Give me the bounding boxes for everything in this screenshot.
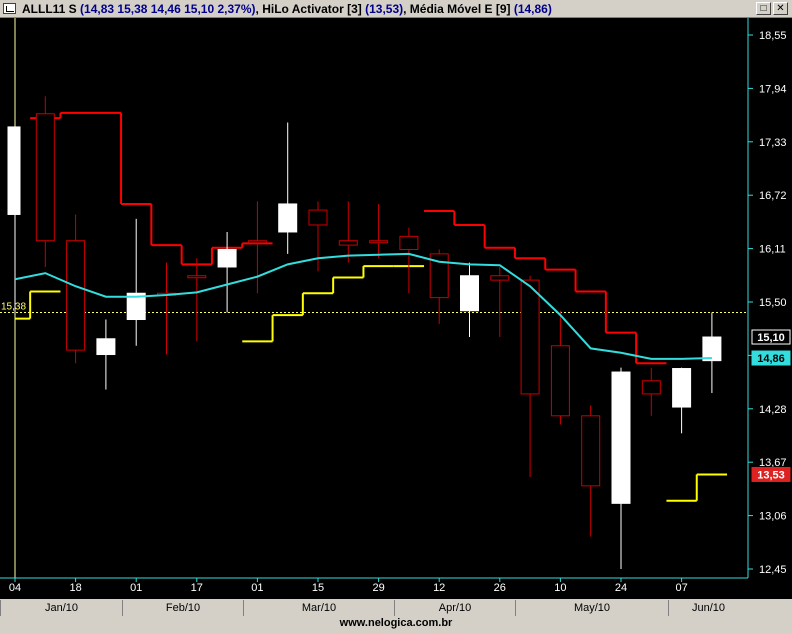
price-tick-label: 12,45	[759, 564, 787, 576]
time-tick-label: 29	[372, 582, 384, 594]
chart-background	[0, 18, 792, 599]
ema-price-label: 14,86	[757, 353, 785, 365]
quote-values: (14,83 15,38 14,46 15,10 2,37%)	[80, 2, 256, 16]
candle-down	[581, 415, 601, 487]
reference-price-label: 15,38	[1, 302, 26, 313]
price-tick-label: 17,94	[759, 83, 787, 95]
time-tick-label: 26	[494, 582, 506, 594]
watermark: www.nelogica.com.br	[339, 617, 453, 629]
candle-down	[490, 275, 510, 281]
time-tick-label: 12	[433, 582, 445, 594]
candle-up	[278, 203, 298, 233]
month-label: Mar/10	[243, 600, 394, 616]
month-label: May/10	[515, 600, 668, 616]
candle-up	[217, 248, 237, 268]
chart-icon[interactable]	[3, 3, 16, 14]
close-button[interactable]: ✕	[773, 2, 788, 15]
time-tick-label: 04	[9, 582, 21, 594]
price-tick-label: 18,55	[759, 30, 787, 42]
candle-down	[369, 240, 389, 244]
ema-indicator-value: (14,86)	[513, 2, 552, 16]
month-label: Feb/10	[122, 600, 243, 616]
hilo-indicator-label: HiLo Activator [3]	[262, 2, 362, 16]
candle-down	[66, 240, 86, 351]
window-title: ALLL11 S (14,83 15,38 14,46 15,10 2,37%)…	[22, 2, 552, 16]
candle-down	[338, 240, 358, 246]
candle-down	[520, 279, 540, 395]
price-tick-label: 15,50	[759, 297, 787, 309]
candle-up	[7, 126, 21, 215]
price-chart[interactable]: 15,38 18,55 17,94 17,33 16,72 16,11 15,50 14,8…	[0, 18, 792, 599]
candle-up	[611, 371, 631, 504]
time-tick-label: 15	[312, 582, 324, 594]
candle-down	[641, 380, 661, 395]
candle-down	[399, 235, 419, 250]
time-tick-label: 24	[615, 582, 627, 594]
month-row: Jan/10 Feb/10 Mar/10 Apr/10 May/10 Jun/10	[0, 599, 792, 617]
candle-down	[308, 209, 328, 226]
candle-down	[247, 240, 267, 244]
candle-up	[672, 368, 692, 408]
restore-button[interactable]: □	[756, 2, 771, 15]
price-tick-label: 16,11	[759, 244, 786, 256]
chart-area[interactable]: 15,38 18,55 17,94 17,33 16,72 16,11 15,50 14,8…	[0, 18, 792, 599]
time-tick-label: 01	[130, 582, 142, 594]
month-label: Jun/10	[668, 600, 748, 616]
chart-window: ALLL11 S (14,83 15,38 14,46 15,10 2,37%)…	[0, 0, 792, 634]
time-tick-label: 10	[554, 582, 566, 594]
candle-up	[460, 275, 479, 312]
time-axis-bar: Jan/10 Feb/10 Mar/10 Apr/10 May/10 Jun/10 www…	[0, 599, 792, 634]
candle-down	[550, 345, 570, 417]
candle-up	[702, 336, 722, 362]
last-price-label: 15,10	[757, 332, 785, 344]
time-tick-label: 07	[675, 582, 687, 594]
hilo-indicator-value: (13,53)	[365, 2, 404, 16]
price-tick-label: 17,33	[759, 137, 787, 149]
month-label: Apr/10	[394, 600, 515, 616]
ticker-symbol: ALLL11 S	[22, 2, 77, 16]
candle-down	[35, 113, 55, 242]
price-tick-label: 14,28	[759, 404, 787, 416]
candle-down	[187, 275, 207, 279]
price-tick-label: 13,06	[759, 511, 787, 523]
ema-indicator-label: Média Móvel E [9]	[409, 2, 511, 16]
time-tick-label: 18	[69, 582, 81, 594]
hilo-price-label: 13,53	[757, 469, 785, 481]
time-tick-label: 01	[251, 582, 263, 594]
time-tick-label: 17	[191, 582, 203, 594]
title-bar[interactable]: ALLL11 S (14,83 15,38 14,46 15,10 2,37%)…	[0, 0, 792, 18]
month-label: Jan/10	[0, 600, 122, 616]
price-tick-label: 16,72	[759, 190, 787, 202]
candle-up	[96, 338, 116, 356]
